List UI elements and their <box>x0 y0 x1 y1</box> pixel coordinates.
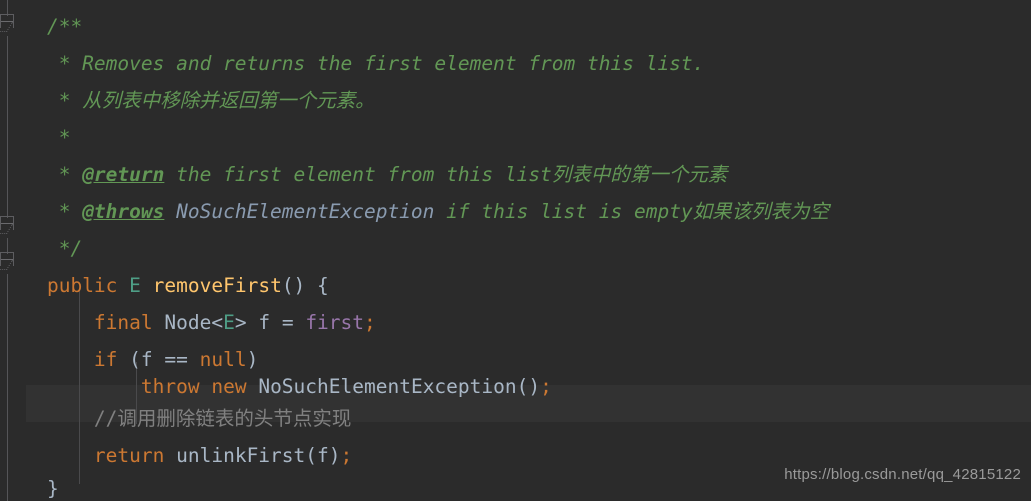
code-token: * <box>0 163 83 186</box>
code-token: * Removes and returns the first element … <box>0 52 705 75</box>
line-javadoc-throws[interactable]: * @throws NoSuchElementException if this… <box>0 193 830 230</box>
code-token: new <box>211 375 247 398</box>
code-token: * 从列表中移除并返回第一个元素。 <box>0 89 375 112</box>
code-token: NoSuchElementException <box>176 200 435 223</box>
line-return-unlinkfirst[interactable]: return unlinkFirst(f); <box>0 437 352 474</box>
code-token: @return <box>82 163 165 186</box>
code-token: removeFirst <box>152 274 282 297</box>
code-token: } <box>0 477 59 500</box>
line-javadoc-blank[interactable]: * <box>0 119 71 156</box>
code-token: Node <box>164 311 212 334</box>
code-token: ; <box>340 444 353 467</box>
code-content[interactable]: /** * Removes and returns the first elem… <box>0 0 1031 501</box>
code-token: E <box>129 274 141 297</box>
code-token: ; <box>540 375 552 398</box>
code-token: if this list is empty如果该列表为空 <box>434 200 830 223</box>
line-javadoc-summary-en[interactable]: * Removes and returns the first element … <box>0 45 705 82</box>
code-token: throw <box>140 375 200 398</box>
code-token: () <box>516 375 541 398</box>
line-comment-zh[interactable]: //调用删除链表的头节点实现 <box>0 400 352 437</box>
line-javadoc-open[interactable]: /** <box>0 8 82 45</box>
code-token: //调用删除链表的头节点实现 <box>0 407 352 430</box>
code-editor[interactable]: /** * Removes and returns the first elem… <box>0 0 1031 501</box>
code-token: * <box>0 200 83 223</box>
code-token: public <box>46 274 118 297</box>
code-token: the first element from this list列表中的第一个元… <box>164 163 728 186</box>
code-token: * <box>0 126 71 149</box>
line-javadoc-return[interactable]: * @return the first element from this li… <box>0 156 728 193</box>
code-token: return <box>93 444 165 467</box>
code-token: unlinkFirst <box>176 444 306 467</box>
line-javadoc-summary-zh[interactable]: * 从列表中移除并返回第一个元素。 <box>0 82 375 119</box>
watermark-url: https://blog.csdn.net/qq_42815122 <box>784 465 1021 483</box>
code-token: final <box>93 311 153 334</box>
line-javadoc-close[interactable]: */ <box>0 230 83 267</box>
line-method-close-brace[interactable]: } <box>0 470 59 501</box>
code-token: */ <box>0 237 83 260</box>
code-token: ; <box>364 311 376 334</box>
code-token: /** <box>0 15 83 38</box>
code-token: < <box>211 311 224 334</box>
code-token: @throws <box>82 200 165 223</box>
code-token: NoSuchElementException <box>258 375 517 398</box>
code-token: (f) <box>305 444 341 467</box>
code-token: = <box>281 311 294 334</box>
line-final-node[interactable]: final Node<E> f = first; <box>0 304 376 341</box>
code-token: > f <box>234 311 282 334</box>
line-method-signature[interactable]: public E removeFirst() { <box>0 267 329 304</box>
code-token: () { <box>281 274 329 297</box>
code-token: first <box>305 311 365 334</box>
code-token: E <box>223 311 235 334</box>
